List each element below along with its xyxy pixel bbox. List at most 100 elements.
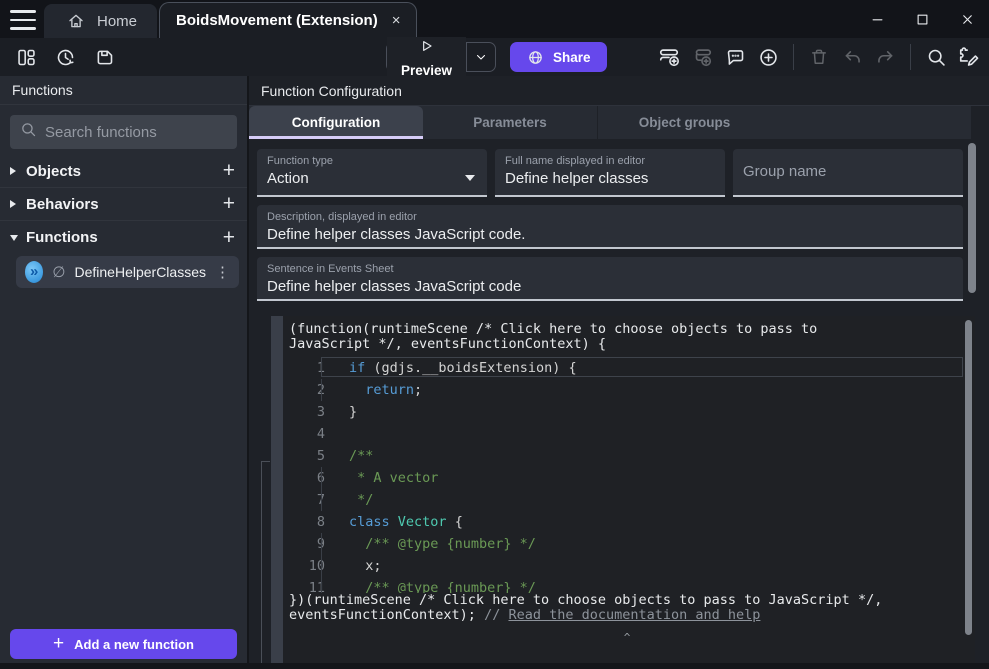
close-window-icon[interactable] xyxy=(960,12,975,27)
undo-icon[interactable] xyxy=(840,45,864,69)
add-subevent-icon[interactable] xyxy=(690,45,714,69)
main-panel: Function Configuration Configuration Par… xyxy=(249,76,989,669)
code-text: /** xyxy=(349,445,965,467)
code-line[interactable]: 7 */ xyxy=(289,489,965,511)
documentation-link[interactable]: Read the documentation and help xyxy=(508,607,760,623)
code-line[interactable]: 6 * A vector xyxy=(289,467,965,489)
add-comment-icon[interactable] xyxy=(723,45,747,69)
js-code-editor[interactable]: (function(runtimeScene /* Click here to … xyxy=(283,316,975,669)
sidebar-item-objects[interactable]: Objects + xyxy=(0,155,247,188)
redo-icon[interactable] xyxy=(873,45,897,69)
search-icon[interactable] xyxy=(924,45,948,69)
close-tab-icon[interactable]: × xyxy=(392,12,401,29)
app-window: Home BoidsMovement (Extension) × xyxy=(0,0,989,669)
line-number: 2 xyxy=(289,379,325,401)
functions-sidebar: Functions Objects + Behaviors + xyxy=(0,76,249,669)
function-name: DefineHelperClasses xyxy=(74,264,206,280)
share-button[interactable]: Share xyxy=(510,42,607,72)
window-bottom-edge xyxy=(0,663,989,669)
full-name-value: Define helper classes xyxy=(505,170,715,187)
form-scrollbar[interactable] xyxy=(968,143,976,293)
function-type-select[interactable]: Function type Action xyxy=(257,149,487,197)
sentence-field[interactable]: Sentence in Events Sheet Define helper c… xyxy=(257,257,963,301)
toolbar: Preview Share xyxy=(0,38,989,76)
code-line[interactable]: 2 return; xyxy=(289,379,965,401)
code-text: /** @type {number} */ xyxy=(349,577,965,593)
expand-editor-caret[interactable]: ^ xyxy=(289,631,965,644)
edit-extension-icon[interactable] xyxy=(957,45,981,69)
line-number: 3 xyxy=(289,401,325,423)
description-field[interactable]: Description, displayed in editor Define … xyxy=(257,205,963,249)
tab-parameters[interactable]: Parameters xyxy=(423,106,597,139)
chevron-right-icon xyxy=(10,200,26,208)
code-line[interactable]: 8 class Vector { xyxy=(289,511,965,533)
tab-home[interactable]: Home xyxy=(44,4,157,38)
add-function-button[interactable]: + xyxy=(223,228,235,248)
editor-header: (function(runtimeScene /* Click here to … xyxy=(289,322,965,352)
maximize-icon[interactable] xyxy=(915,12,930,27)
hamburger-menu-icon[interactable] xyxy=(10,10,36,30)
preview-button[interactable]: Preview xyxy=(386,42,496,72)
line-number: 8 xyxy=(289,511,325,533)
function-type-value: Action xyxy=(267,170,477,187)
add-circle-icon[interactable] xyxy=(756,45,780,69)
tab-bar: Configuration Parameters Object groups xyxy=(249,106,971,139)
delete-icon[interactable] xyxy=(807,45,831,69)
share-label: Share xyxy=(553,50,591,65)
sentence-value: Define helper classes JavaScript code xyxy=(267,278,953,295)
code-text: return; xyxy=(349,379,965,401)
code-text: } xyxy=(349,401,965,423)
code-line[interactable]: 1if (gdjs.__boidsExtension) { xyxy=(289,357,965,379)
active-tab-label: BoidsMovement (Extension) xyxy=(176,12,378,29)
add-behavior-button[interactable]: + xyxy=(223,194,235,214)
group-name-field[interactable] xyxy=(733,149,963,197)
panels-layout-icon[interactable] xyxy=(14,45,38,69)
play-icon xyxy=(418,37,436,55)
window-controls xyxy=(870,0,975,38)
page-title: Function Configuration xyxy=(249,76,989,106)
minimize-icon[interactable] xyxy=(870,12,885,27)
more-options-icon[interactable]: ⋮ xyxy=(215,263,230,281)
code-text: /** @type {number} */ xyxy=(349,533,965,555)
code-text: if (gdjs.__boidsExtension) { xyxy=(349,357,965,379)
search-icon xyxy=(20,121,37,143)
sidebar-item-behaviors[interactable]: Behaviors + xyxy=(0,188,247,221)
code-line[interactable]: 5/** xyxy=(289,445,965,467)
code-line[interactable]: 11 /** @type {number} */ xyxy=(289,577,965,593)
preview-dropdown-chevron-icon[interactable] xyxy=(467,50,495,64)
description-value: Define helper classes JavaScript code. xyxy=(267,226,953,243)
add-event-icon[interactable] xyxy=(657,45,681,69)
code-line[interactable]: 9 /** @type {number} */ xyxy=(289,533,965,555)
full-name-field[interactable]: Full name displayed in editor Define hel… xyxy=(495,149,725,197)
code-text: class Vector { xyxy=(349,511,965,533)
code-line[interactable]: 3} xyxy=(289,401,965,423)
save-icon[interactable] xyxy=(92,45,116,69)
private-function-icon: ∅ xyxy=(52,263,65,281)
titlebar: Home BoidsMovement (Extension) × xyxy=(0,0,989,38)
add-new-function-button[interactable]: + Add a new function xyxy=(10,629,237,659)
group-name-input[interactable] xyxy=(743,155,953,188)
dropdown-arrow-icon xyxy=(465,175,475,181)
code-lines: 1if (gdjs.__boidsExtension) {2 return;3}… xyxy=(289,357,965,593)
globe-icon xyxy=(526,48,544,66)
code-text: x; xyxy=(349,555,965,577)
home-tab-label: Home xyxy=(97,13,137,30)
search-functions-box[interactable] xyxy=(10,115,237,149)
tab-object-groups[interactable]: Object groups xyxy=(597,106,771,139)
sidebar-item-functions[interactable]: Functions + xyxy=(0,221,247,254)
code-line[interactable]: 10 x; xyxy=(289,555,965,577)
tab-configuration[interactable]: Configuration xyxy=(249,106,423,139)
event-drag-bar[interactable] xyxy=(271,316,283,669)
search-functions-input[interactable] xyxy=(45,124,244,141)
function-list-item-selected[interactable]: » ∅ DefineHelperClasses ⋮ xyxy=(16,256,239,288)
add-object-button[interactable]: + xyxy=(223,161,235,181)
home-icon xyxy=(64,9,88,33)
chevron-down-icon xyxy=(10,235,26,241)
version-history-icon[interactable] xyxy=(53,45,77,69)
configuration-form: Function type Action Full name displayed… xyxy=(249,139,989,316)
line-number: 6 xyxy=(289,467,325,489)
tab-boidsmovement[interactable]: BoidsMovement (Extension) × xyxy=(159,2,417,38)
code-line[interactable]: 4 xyxy=(289,423,965,445)
editor-scrollbar[interactable] xyxy=(965,320,972,635)
line-number: 7 xyxy=(289,489,325,511)
